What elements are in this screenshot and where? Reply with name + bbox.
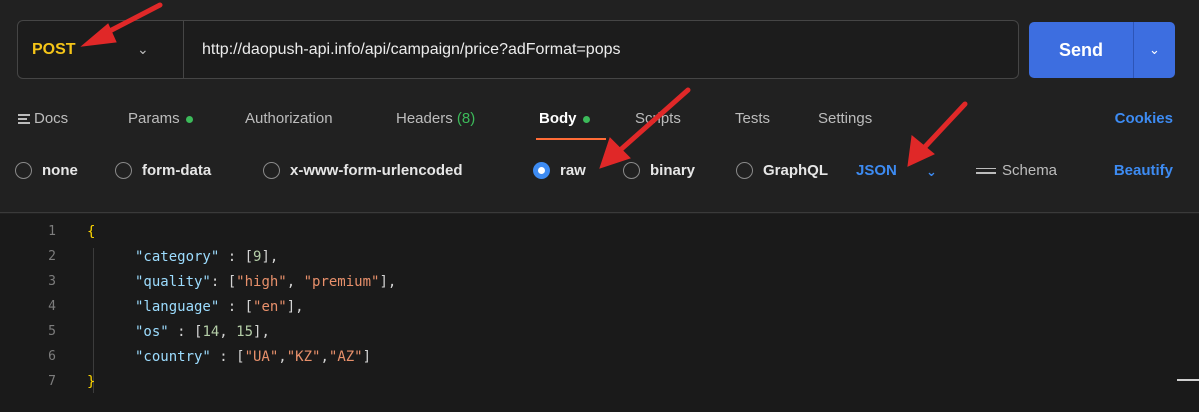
tab-headers[interactable]: Headers (8) (396, 110, 475, 127)
option-x-www-form-urlencoded[interactable]: x-www-form-urlencoded (263, 162, 463, 179)
code-text: "country" : ["UA","KZ","AZ"] (135, 349, 372, 365)
radio-binary[interactable] (623, 162, 640, 179)
option-none[interactable]: none (15, 162, 78, 179)
json-number: 15 (236, 324, 254, 340)
tab-settings[interactable]: Settings (818, 110, 872, 127)
beautify-button[interactable]: Beautify (1114, 162, 1173, 179)
code-text: } (87, 374, 96, 390)
option-form-data[interactable]: form-data (115, 162, 211, 179)
json-string: "premium" (303, 274, 380, 290)
tab-settings-label: Settings (818, 110, 873, 127)
json-string: "AZ" (328, 349, 363, 365)
option-graphql-label: GraphQL (763, 162, 829, 179)
json-key: "language" (135, 299, 220, 315)
json-string: "KZ" (286, 349, 321, 365)
json-key: "os" (135, 324, 169, 340)
line-number: 5 (48, 324, 56, 339)
schema-label: Schema (1002, 162, 1058, 179)
send-button[interactable]: Send (1029, 40, 1133, 61)
option-none-label: none (42, 162, 78, 179)
radio-none[interactable] (15, 162, 32, 179)
code-line: 5 "os" : [14, 15], (0, 324, 1199, 347)
line-number: 3 (48, 274, 56, 289)
chevron-down-icon: ⌄ (137, 41, 149, 57)
tab-docs[interactable]: Docs (18, 110, 68, 127)
url-input[interactable]: http://daopush-api.info/api/campaign/pri… (184, 41, 620, 59)
option-graphql[interactable]: GraphQL (736, 162, 828, 179)
radio-form-data[interactable] (115, 162, 132, 179)
request-url-bar: POST ⌄ http://daopush-api.info/api/campa… (17, 20, 1019, 79)
json-key: "quality" (135, 274, 211, 290)
json-string: "high" (236, 274, 287, 290)
radio-graphql[interactable] (736, 162, 753, 179)
code-text: "category" : [9], (135, 249, 279, 265)
code-line: 1 { (0, 224, 1199, 247)
docs-icon (18, 112, 30, 126)
tab-tests-label: Tests (735, 110, 771, 127)
radio-x-www-form-urlencoded[interactable] (263, 162, 280, 179)
code-text: "os" : [14, 15], (135, 324, 270, 340)
send-button-group: Send ⌄ (1029, 22, 1175, 78)
active-tab-underline (536, 138, 606, 140)
format-chevron-down-icon[interactable]: ⌄ (926, 164, 937, 180)
option-form-data-label: form-data (142, 162, 212, 179)
option-x-www-label: x-www-form-urlencoded (290, 162, 463, 179)
code-text: "language" : ["en"], (135, 299, 304, 315)
code-line: 3 "quality": ["high", "premium"], (0, 274, 1199, 297)
section-divider (0, 212, 1199, 213)
method-selector[interactable]: POST ⌄ (18, 21, 184, 78)
radio-raw-selected[interactable] (533, 162, 550, 179)
json-number: 14 (202, 324, 220, 340)
json-string: "en" (253, 299, 287, 315)
cookies-link[interactable]: Cookies (1115, 110, 1173, 127)
json-number: 9 (253, 249, 262, 265)
code-line: 6 "country" : ["UA","KZ","AZ"] (0, 349, 1199, 372)
schema-button[interactable]: Schema (976, 162, 1057, 179)
code-editor[interactable]: 1 { 2 "category" : [9], 3 "quality": ["h… (0, 214, 1199, 412)
headers-count: (8) (456, 110, 476, 127)
tab-authorization-label: Authorization (245, 110, 333, 127)
option-binary[interactable]: binary (623, 162, 695, 179)
json-key: "country" (135, 349, 211, 365)
line-number: 1 (48, 224, 56, 239)
method-label: POST (32, 40, 76, 58)
option-binary-label: binary (650, 162, 696, 179)
line-number: 4 (48, 299, 56, 314)
option-raw[interactable]: raw (533, 162, 586, 179)
request-tabs: Docs Params Authorization Headers (8) Bo… (0, 106, 1199, 140)
tab-docs-label: Docs (34, 110, 69, 127)
tab-headers-label: Headers (396, 110, 453, 127)
json-string: "UA" (244, 349, 279, 365)
code-text: "quality": ["high", "premium"], (135, 274, 397, 290)
line-number: 2 (48, 249, 56, 264)
code-line: 2 "category" : [9], (0, 249, 1199, 272)
line-number: 7 (48, 374, 56, 389)
tab-params-label: Params (128, 110, 180, 127)
tab-params[interactable]: Params (128, 110, 193, 127)
code-text: { (87, 224, 96, 240)
line-number: 6 (48, 349, 56, 364)
code-line: 7 } (0, 374, 1199, 397)
tab-body-label: Body (539, 110, 577, 127)
tab-scripts[interactable]: Scripts (635, 110, 681, 127)
tab-body[interactable]: Body (539, 110, 590, 127)
params-indicator-dot (185, 115, 193, 123)
code-line: 4 "language" : ["en"], (0, 299, 1199, 322)
body-indicator-dot (582, 115, 590, 123)
option-raw-label: raw (560, 162, 586, 179)
tab-tests[interactable]: Tests (735, 110, 770, 127)
send-options-chevron-icon[interactable]: ⌄ (1134, 42, 1175, 58)
scrollbar-marker[interactable] (1177, 379, 1199, 381)
body-type-options: none form-data x-www-form-urlencoded raw… (0, 158, 1199, 188)
json-key: "category" (135, 249, 220, 265)
format-selector[interactable]: JSON (856, 162, 897, 179)
tab-authorization[interactable]: Authorization (245, 110, 333, 127)
tab-scripts-label: Scripts (635, 110, 681, 127)
schema-icon (976, 165, 996, 177)
